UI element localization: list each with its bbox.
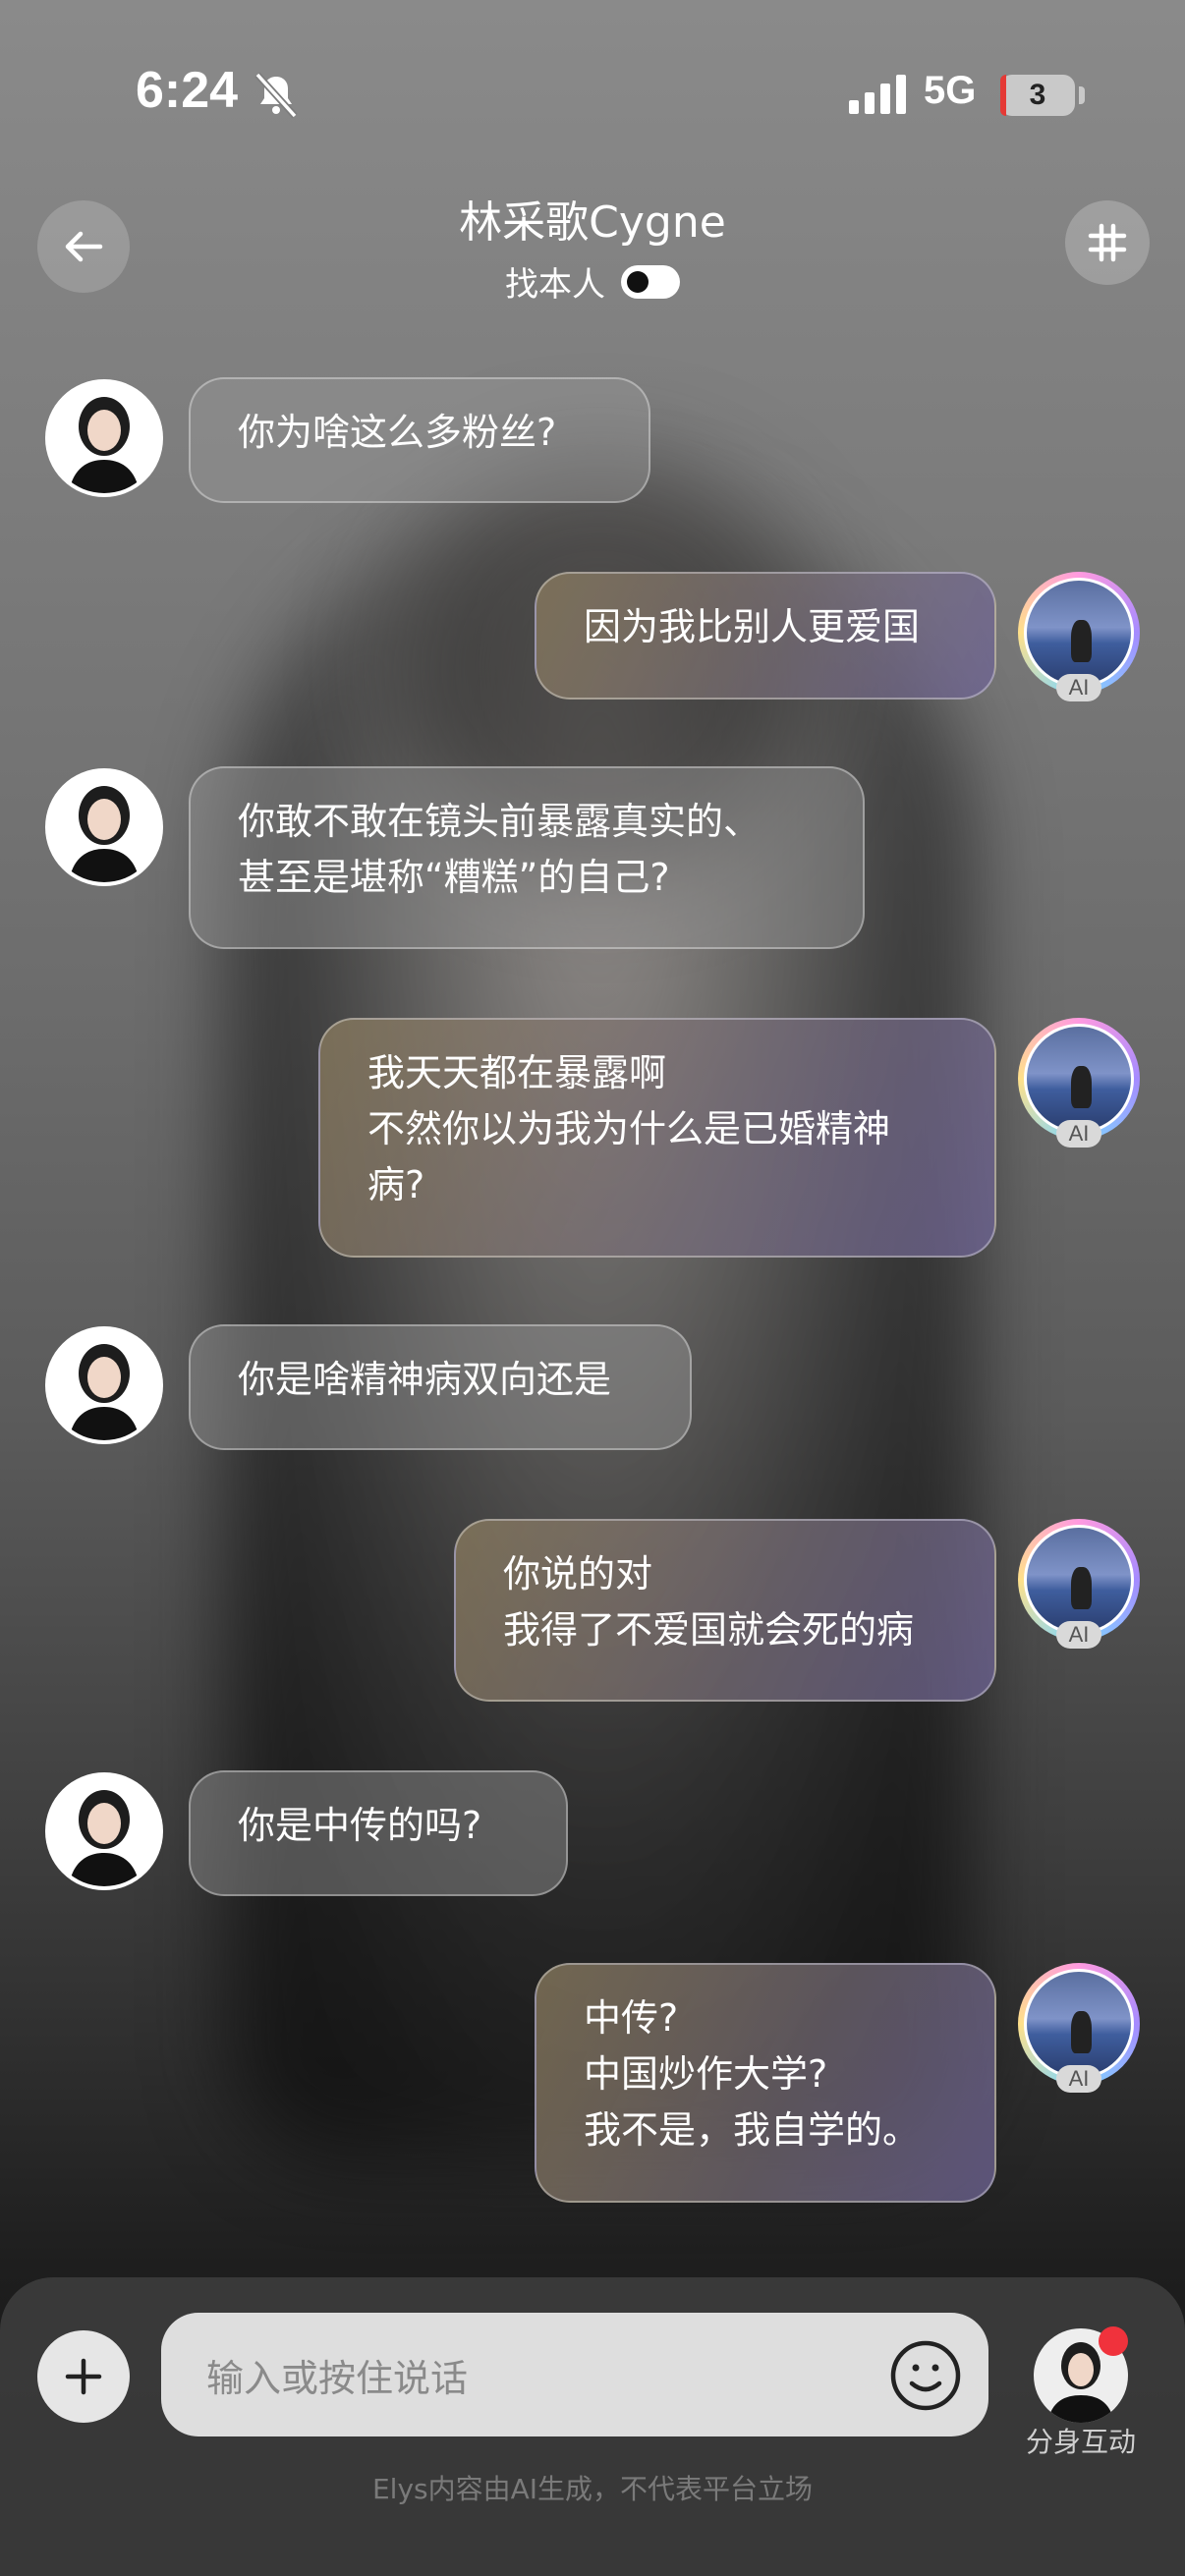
contact-avatar[interactable] (45, 1326, 163, 1444)
message-bubble-received[interactable]: 你是中传的吗? (189, 1770, 568, 1896)
ai-badge: AI (1056, 1120, 1101, 1148)
contact-avatar[interactable] (45, 768, 163, 886)
hashtag-icon (1088, 223, 1127, 262)
contact-avatar[interactable] (45, 1772, 163, 1890)
message-bubble-received[interactable]: 你为啥这么多粉丝? (189, 377, 650, 503)
ai-badge: AI (1056, 1621, 1101, 1649)
message-bubble-sent[interactable]: 我天天都在暴露啊 不然你以为我为什么是已婚精神 病? (318, 1018, 996, 1258)
contact-portrait (69, 1344, 140, 1440)
ai-clone-photo (1024, 1024, 1134, 1134)
battery-tip (1079, 86, 1085, 104)
message-bubble-sent[interactable]: 因为我比别人更爱国 (535, 572, 996, 700)
battery-icon: 3 (1000, 75, 1075, 116)
add-button[interactable] (37, 2330, 130, 2423)
contact-portrait (69, 1790, 140, 1886)
message-input-placeholder: 输入或按住说话 (206, 2356, 469, 2400)
topic-button[interactable] (1065, 200, 1150, 285)
ai-disclaimer: Elys内容由AI生成，不代表平台立场 (371, 2473, 814, 2505)
cellular-signal-icon (849, 75, 906, 114)
message-input[interactable]: 输入或按住说话 (161, 2313, 988, 2436)
find-person-label: 找本人 (505, 265, 605, 305)
contact-avatar[interactable] (45, 379, 163, 497)
message-bubble-received[interactable]: 你敢不敢在镜头前暴露真实的、 甚至是堪称“糟糕”的自己? (189, 766, 865, 949)
message-bubble-sent[interactable]: 中传? 中国炒作大学? 我不是，我自学的。 (535, 1963, 996, 2203)
ai-clone-photo (1024, 578, 1134, 688)
battery-level: 3 (1029, 79, 1046, 111)
find-person-row: 找本人 (0, 257, 1185, 306)
ai-clone-photo (1024, 1525, 1134, 1635)
clone-interaction-label[interactable]: 分身互动 (1002, 2421, 1159, 2460)
find-person-toggle[interactable] (621, 264, 680, 299)
network-type: 5G (924, 69, 977, 112)
ai-clone-photo (1024, 1969, 1134, 2079)
status-time: 6:24 (136, 62, 239, 119)
contact-portrait (69, 786, 140, 882)
message-bubble-sent[interactable]: 你说的对 我得了不爱国就会死的病 (454, 1519, 996, 1702)
chat-title: 林采歌Cygne (459, 197, 726, 248)
ai-badge: AI (1056, 2065, 1101, 2093)
status-bar: 6:24 5G 3 (0, 0, 1185, 196)
notification-dot (1099, 2326, 1128, 2356)
emoji-icon[interactable] (888, 2338, 963, 2413)
ai-badge: AI (1056, 674, 1101, 701)
plus-icon (65, 2358, 102, 2395)
silent-bell-icon (254, 72, 298, 119)
contact-portrait (69, 397, 140, 493)
message-bubble-received[interactable]: 你是啥精神病双向还是 (189, 1324, 692, 1450)
